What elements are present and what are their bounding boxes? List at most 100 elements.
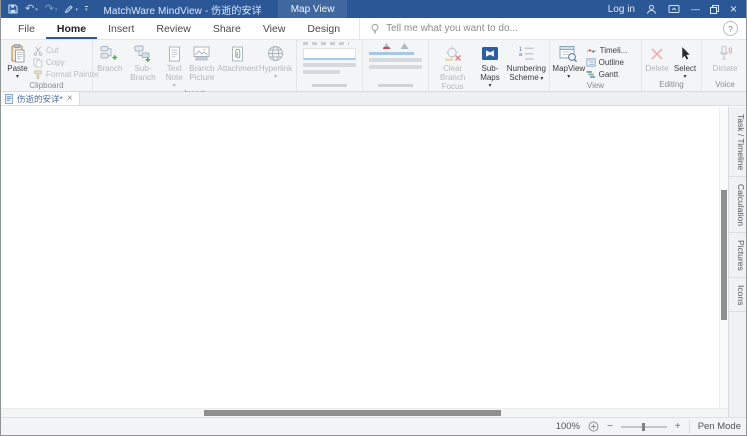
zoom-slider-thumb[interactable]: [642, 423, 645, 431]
ribbon-group-editing: Delete Select Editing: [642, 40, 702, 91]
hyperlink-button: Hyperlink: [258, 42, 293, 88]
mapview-dropdown-icon[interactable]: [567, 73, 570, 79]
map-canvas[interactable]: [1, 107, 728, 417]
document-icon: [5, 94, 13, 104]
sidebar-tab-icons[interactable]: Icons: [729, 278, 746, 312]
vertical-scrollbar-thumb[interactable]: [721, 190, 727, 320]
title-bar: ↶ ↷ MatchWare MindView - 伤逝的安详 Map View …: [1, 0, 746, 18]
tell-me-search[interactable]: Tell me what you want to do...: [359, 18, 723, 39]
delete-button: Delete: [644, 42, 670, 79]
titlebar-view-tab[interactable]: Map View: [278, 0, 348, 18]
tab-home[interactable]: Home: [46, 18, 97, 39]
numbering-scheme-dropdown-icon[interactable]: [539, 73, 544, 82]
mapview-icon: [559, 43, 578, 64]
document-close-icon[interactable]: [67, 94, 73, 104]
tab-review[interactable]: Review: [145, 18, 201, 39]
paste-button[interactable]: Paste: [2, 42, 33, 80]
outline-icon: [586, 58, 596, 67]
gantt-button[interactable]: Gantt: [586, 69, 639, 80]
clear-branch-focus-icon: [444, 43, 462, 64]
attachment-icon: [231, 43, 244, 64]
group-label-view: View: [550, 80, 641, 91]
sub-branch-button: Sub-Branch: [124, 42, 163, 88]
close-button[interactable]: [730, 3, 737, 15]
numbering-scheme-button[interactable]: 1a Numbering Scheme: [506, 42, 547, 92]
undo-button[interactable]: ↶: [25, 4, 38, 15]
timeline-icon: [586, 46, 597, 55]
sub-branch-icon: [133, 43, 152, 64]
dictate-button: Dictate: [706, 42, 744, 79]
numbering-scheme-icon: 1a: [519, 43, 534, 64]
vertical-scrollbar[interactable]: [719, 107, 728, 409]
status-bar: 100% − + Pen Mode: [1, 417, 746, 435]
restore-button[interactable]: [710, 5, 719, 14]
zoom-slider[interactable]: [621, 426, 667, 428]
horizontal-scrollbar[interactable]: [1, 408, 728, 417]
sub-maps-dropdown-icon[interactable]: [488, 82, 491, 88]
select-button[interactable]: Select: [671, 42, 699, 79]
hyperlink-icon: [267, 43, 284, 64]
login-button[interactable]: Log in: [608, 4, 635, 15]
tab-insert[interactable]: Insert: [97, 18, 145, 39]
tab-view[interactable]: View: [252, 18, 297, 39]
help-icon[interactable]: ?: [723, 21, 738, 36]
clear-branch-focus-button: Clear Branch Focus: [431, 42, 474, 92]
ribbon-tab-row: File Home Insert Review Share View Desig…: [1, 18, 746, 40]
group-label-editing: Editing: [642, 79, 701, 91]
dictate-microphone-icon: [718, 43, 732, 64]
touch-mode-button[interactable]: [64, 4, 78, 14]
tab-share[interactable]: Share: [202, 18, 252, 39]
text-note-icon: [168, 43, 181, 64]
horizontal-scrollbar-thumb[interactable]: [204, 410, 501, 416]
touch-mode-dropdown-icon[interactable]: [75, 4, 78, 14]
delete-icon: [650, 43, 664, 64]
group-label-clipboard: Clipboard: [1, 80, 92, 91]
right-sidebar: Task / Timeline Calculation Pictures Ico…: [728, 107, 746, 417]
lightbulb-icon: [370, 23, 380, 35]
zoom-level[interactable]: 100%: [556, 421, 580, 432]
quick-access-toolbar: ↶ ↷: [1, 4, 94, 15]
sidebar-tab-calculation[interactable]: Calculation: [729, 177, 746, 233]
ribbon-group-insert: Branch Sub-Branch Text Note: [93, 40, 297, 91]
document-tab-bar: 伤逝的安详*: [1, 92, 746, 106]
cut-icon: [33, 46, 43, 56]
branch-icon: [100, 43, 119, 64]
zoom-fit-icon[interactable]: [588, 421, 599, 432]
undo-dropdown-icon[interactable]: [35, 4, 38, 14]
gantt-icon: [586, 70, 596, 79]
minimize-button[interactable]: —: [691, 5, 699, 14]
save-icon[interactable]: [8, 4, 18, 14]
copy-button: Copy: [33, 57, 91, 68]
zoom-out-button[interactable]: −: [607, 422, 613, 432]
customize-qat-button[interactable]: [85, 6, 88, 12]
branch-picture-icon: [193, 43, 210, 64]
document-tab[interactable]: 伤逝的安详*: [1, 92, 80, 105]
branch-button: Branch: [96, 42, 124, 88]
paste-dropdown-icon[interactable]: [16, 73, 19, 79]
ribbon-display-options-icon[interactable]: [668, 4, 680, 14]
outline-button[interactable]: Outline: [586, 57, 639, 68]
attachment-button: Attachment: [218, 42, 259, 88]
mapview-button[interactable]: MapView: [552, 42, 586, 80]
sub-maps-button[interactable]: Sub-Maps: [474, 42, 505, 92]
redo-dropdown-icon: [55, 4, 58, 14]
ribbon-group-clipboard: Paste Cut Copy Format Painter: [1, 40, 93, 91]
svg-text:a: a: [519, 52, 523, 58]
select-cursor-icon: [680, 43, 691, 64]
titlebar-right-controls: Log in —: [608, 3, 746, 15]
ribbon-group-unreadable-font: [297, 40, 363, 91]
pen-mode-button[interactable]: Pen Mode: [698, 421, 741, 432]
sidebar-tab-pictures[interactable]: Pictures: [729, 233, 746, 278]
zoom-in-button[interactable]: +: [675, 422, 681, 432]
tab-design[interactable]: Design: [296, 18, 351, 39]
cut-button: Cut: [33, 45, 91, 56]
tab-file[interactable]: File: [7, 18, 46, 39]
unreadable-group-label: [312, 84, 348, 87]
timeline-button[interactable]: Timeli...: [586, 45, 639, 56]
tell-me-placeholder: Tell me what you want to do...: [386, 23, 518, 34]
unreadable-format-content: [363, 40, 428, 82]
document-tab-title: 伤逝的安详*: [17, 93, 63, 105]
sidebar-tab-task-timeline[interactable]: Task / Timeline: [729, 107, 746, 177]
user-avatar-icon[interactable]: [646, 4, 657, 15]
hyperlink-dropdown-icon: [274, 73, 277, 79]
